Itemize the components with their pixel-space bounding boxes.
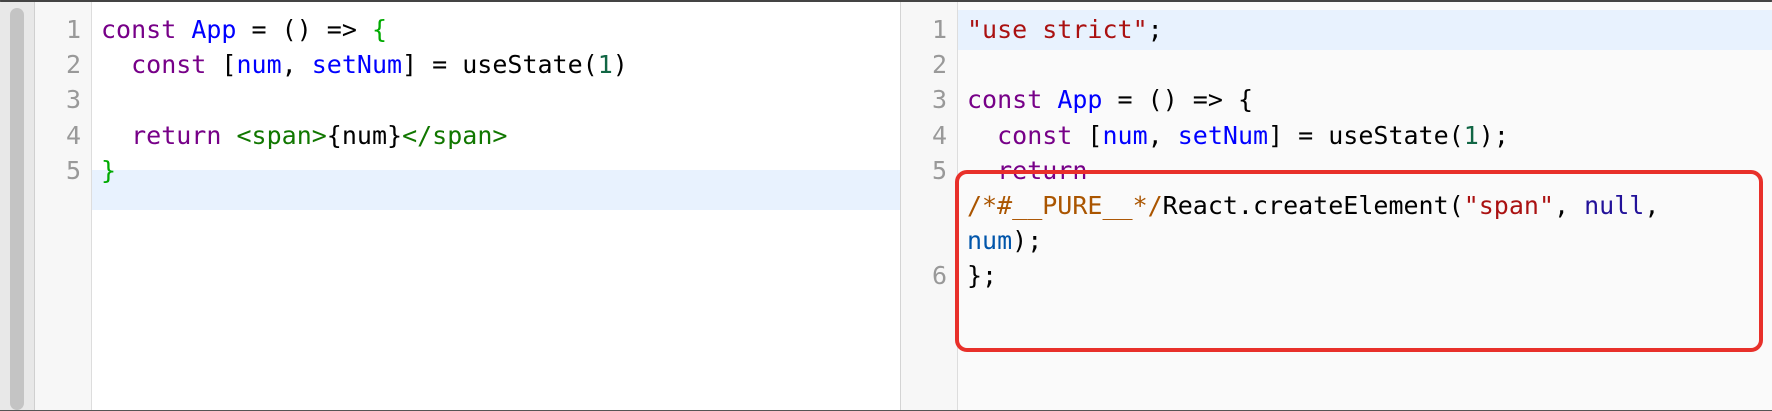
code-token: = () => { xyxy=(1102,85,1253,115)
code-line[interactable]: "use strict"; xyxy=(967,10,1163,50)
code-token: ] = useState( xyxy=(402,50,598,80)
line-number xyxy=(901,221,947,261)
vertical-scrollbar[interactable] xyxy=(0,2,35,410)
code-token: 1 xyxy=(1463,120,1479,150)
code-token: {num} xyxy=(326,120,403,150)
code-line[interactable]: const App = () => { xyxy=(101,10,387,50)
line-number: 3 xyxy=(931,85,947,115)
code-token: App xyxy=(1057,85,1103,115)
code-line[interactable]: const App = () => { xyxy=(967,80,1253,120)
scrollbar-thumb[interactable] xyxy=(10,8,24,410)
code-token: const xyxy=(101,15,177,44)
line-number: 5 xyxy=(931,155,947,185)
code-token: const xyxy=(101,50,207,80)
code-token: "use strict" xyxy=(967,15,1148,44)
code-token: [ xyxy=(1072,120,1103,150)
line-number xyxy=(901,186,947,226)
line-number: 1 xyxy=(65,15,81,44)
active-line-highlight xyxy=(92,170,900,210)
code-token: } xyxy=(101,155,117,185)
code-token: ; xyxy=(1147,15,1163,44)
code-token: const xyxy=(967,85,1043,115)
code-token: num xyxy=(236,50,282,80)
annotation-highlight-box xyxy=(955,170,1763,352)
code-line[interactable]: const [num, setNum] = useState(1) xyxy=(101,45,628,85)
line-number: 5 xyxy=(65,155,81,185)
line-number: 4 xyxy=(65,120,81,150)
code-token: ); xyxy=(1478,120,1509,150)
code-token: = () => xyxy=(236,15,372,44)
line-number: 6 xyxy=(931,261,947,291)
line-number: 1 xyxy=(931,15,947,44)
code-token: <span> xyxy=(236,120,327,150)
code-token: ) xyxy=(612,50,628,80)
code-token: 1 xyxy=(597,50,613,80)
line-number: 2 xyxy=(65,50,81,80)
code-line[interactable]: const [num, setNum] = useState(1); xyxy=(967,116,1509,156)
code-line[interactable]: return <span>{num}</span> xyxy=(101,116,507,156)
line-number: 2 xyxy=(931,50,947,80)
code-token: return xyxy=(101,120,222,150)
code-token: , xyxy=(281,50,312,80)
line-number: 4 xyxy=(931,120,947,150)
code-line[interactable]: } xyxy=(101,151,116,191)
code-token: setNum xyxy=(311,50,403,80)
code-token: setNum xyxy=(1177,120,1269,150)
source-editor-pane[interactable]: 1 const App = () => {2 const [num, setNum… xyxy=(35,2,901,410)
code-token: ] = useState( xyxy=(1268,120,1464,150)
code-token: </span> xyxy=(402,120,508,150)
line-number: 3 xyxy=(65,85,81,115)
code-token: { xyxy=(371,15,388,44)
code-token: App xyxy=(191,15,237,44)
code-token: , xyxy=(1147,120,1178,150)
code-token: const xyxy=(967,120,1073,150)
code-token: num xyxy=(1102,120,1148,150)
code-token: [ xyxy=(206,50,237,80)
